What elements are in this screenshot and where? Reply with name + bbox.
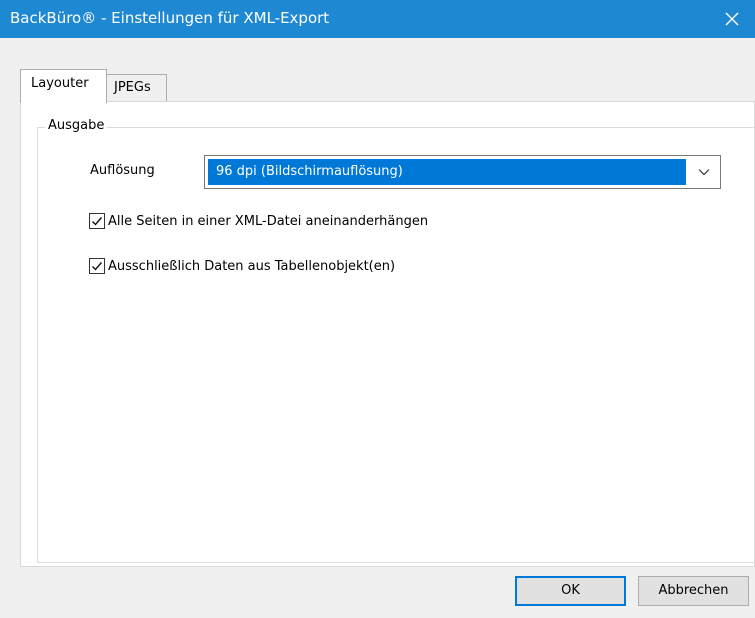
tab-jpegs[interactable]: JPEGs (106, 74, 167, 102)
table-data-only-label: Ausschließlich Daten aus Tabellenobjekt(… (108, 258, 396, 274)
tab-label: Layouter (31, 76, 89, 91)
append-pages-label: Alle Seiten in einer XML-Datei aneinande… (108, 213, 429, 229)
option-append-pages[interactable]: Alle Seiten in einer XML-Datei aneinande… (89, 213, 428, 229)
resolution-label: Auflösung (90, 163, 155, 178)
window-title: BackBüro® - Einstellungen für XML-Export (10, 9, 330, 27)
table-data-only-checkbox[interactable] (89, 258, 105, 274)
resolution-select[interactable]: 96 dpi (Bildschirmauflösung) (204, 155, 721, 189)
dropdown-button[interactable] (688, 156, 720, 188)
ok-button[interactable]: OK (515, 576, 626, 606)
resolution-selected-value: 96 dpi (Bildschirmauflösung) (208, 159, 686, 185)
checkmark-icon (92, 217, 103, 226)
append-pages-checkbox[interactable] (89, 213, 105, 229)
close-icon (725, 12, 739, 26)
group-label: Ausgabe (45, 118, 108, 133)
tab-layouter[interactable]: Layouter (20, 69, 107, 103)
cancel-button[interactable]: Abbrechen (638, 576, 749, 606)
tab-label: JPEGs (114, 80, 151, 95)
close-button[interactable] (709, 0, 755, 38)
title-bar: BackBüro® - Einstellungen für XML-Export (0, 0, 755, 38)
output-group-box (37, 127, 755, 563)
option-table-data-only[interactable]: Ausschließlich Daten aus Tabellenobjekt(… (89, 258, 395, 274)
chevron-down-icon (698, 169, 710, 176)
checkmark-icon (92, 262, 103, 271)
